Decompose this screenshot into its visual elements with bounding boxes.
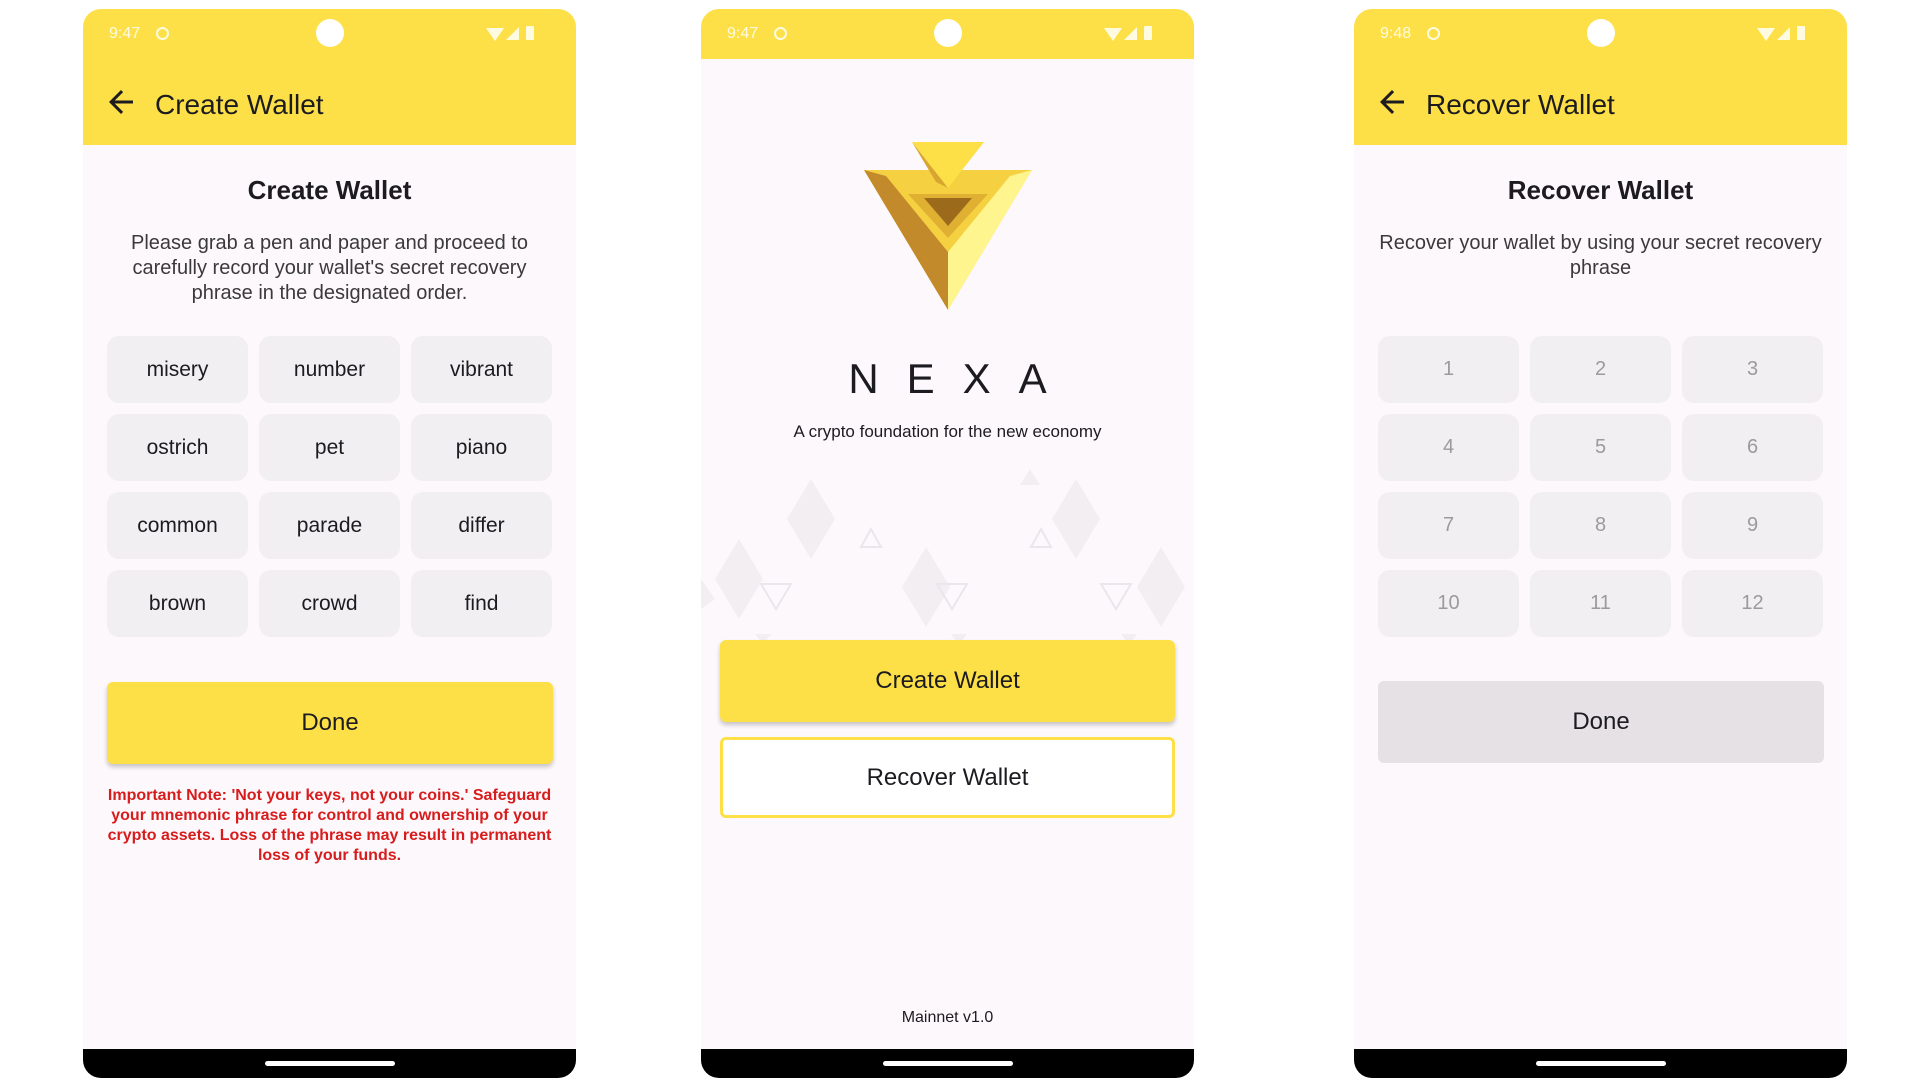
phrase-word-9: differ [411, 492, 552, 559]
phrase-input-5[interactable]: 5 [1530, 414, 1671, 481]
recovery-phrase-input-grid: 1 2 3 4 5 6 7 8 9 10 11 12 [1378, 336, 1824, 637]
app-bar-title: Recover Wallet [1426, 89, 1615, 120]
status-time: 9:47 [727, 25, 759, 42]
battery-icon [1797, 26, 1805, 40]
page-description: Recover your wallet by using your secret… [1379, 232, 1822, 279]
notification-icon [156, 27, 169, 40]
navigation-bar [1354, 1049, 1847, 1078]
camera-cutout [933, 19, 962, 47]
camera-cutout [315, 19, 344, 47]
phrase-input-12[interactable]: 12 [1682, 570, 1823, 637]
home-indicator[interactable] [882, 1061, 1013, 1066]
cellular-signal-icon [1777, 27, 1790, 40]
system-status-icons [486, 24, 550, 44]
battery-icon [1144, 26, 1152, 40]
decorative-triangle-pattern [701, 469, 1185, 644]
phrase-input-10[interactable]: 10 [1378, 570, 1519, 637]
phrase-word-6: piano [411, 414, 552, 481]
home-screen: 9:47 NEXA A crypto foundation for the ne… [701, 9, 1194, 1078]
status-bar: 9:47 [701, 9, 1194, 59]
recovery-phrase-grid: misery number vibrant ostrich pet piano … [107, 336, 553, 637]
home-indicator[interactable] [1535, 1061, 1666, 1066]
notification-icon [1427, 27, 1440, 40]
page-title: Recover Wallet [1507, 175, 1694, 205]
phrase-input-11[interactable]: 11 [1530, 570, 1671, 637]
phrase-word-4: ostrich [107, 414, 248, 481]
create-wallet-button[interactable]: Create Wallet [720, 640, 1175, 722]
tagline: A crypto foundation for the new economy [793, 422, 1102, 441]
app-bar: Recover Wallet [1354, 59, 1847, 145]
app-bar: Create Wallet [83, 59, 576, 145]
phrase-word-2: number [259, 336, 400, 403]
camera-cutout [1586, 19, 1615, 47]
recover-wallet-button[interactable]: Recover Wallet [720, 737, 1175, 818]
warning-note: Important Note: 'Not your keys, not your… [107, 787, 552, 864]
battery-icon [526, 26, 534, 40]
status-bar: 9:48 [1354, 9, 1847, 59]
status-bar: 9:47 [83, 9, 576, 59]
status-time: 9:47 [109, 25, 141, 42]
done-button[interactable]: Done [107, 682, 553, 764]
recover-wallet-screen: 9:48 Recover Wallet Recover Wallet Recov… [1354, 9, 1847, 1078]
nexa-logo-icon [864, 142, 1032, 310]
wifi-icon [486, 28, 504, 41]
phrase-word-8: parade [259, 492, 400, 559]
phrase-input-4[interactable]: 4 [1378, 414, 1519, 481]
navigation-bar [83, 1049, 576, 1078]
phrase-input-8[interactable]: 8 [1530, 492, 1671, 559]
phrase-word-5: pet [259, 414, 400, 481]
phrase-word-1: misery [107, 336, 248, 403]
arrow-left-icon[interactable] [1374, 84, 1410, 120]
home-indicator[interactable] [264, 1061, 395, 1066]
arrow-left-icon[interactable] [103, 84, 139, 120]
create-wallet-screen: 9:47 Create Wallet Create Wallet Please … [83, 9, 576, 1078]
phrase-input-9[interactable]: 9 [1682, 492, 1823, 559]
phrase-input-6[interactable]: 6 [1682, 414, 1823, 481]
wifi-icon [1104, 28, 1122, 41]
system-status-icons [1757, 24, 1821, 44]
phrase-input-1[interactable]: 1 [1378, 336, 1519, 403]
phrase-input-2[interactable]: 2 [1530, 336, 1671, 403]
cellular-signal-icon [506, 27, 519, 40]
phrase-word-3: vibrant [411, 336, 552, 403]
navigation-bar [701, 1049, 1194, 1078]
brand-name: NEXA [848, 355, 1075, 402]
version-label: Mainnet v1.0 [901, 1009, 994, 1026]
phrase-word-12: find [411, 570, 552, 637]
phrase-word-7: common [107, 492, 248, 559]
wifi-icon [1757, 28, 1775, 41]
phrase-word-11: crowd [259, 570, 400, 637]
app-bar-title: Create Wallet [155, 89, 324, 120]
cellular-signal-icon [1124, 27, 1137, 40]
system-status-icons [1104, 24, 1168, 44]
phrase-input-3[interactable]: 3 [1682, 336, 1823, 403]
notification-icon [774, 27, 787, 40]
status-time: 9:48 [1380, 25, 1412, 42]
page-title: Create Wallet [247, 175, 412, 205]
page-description: Please grab a pen and paper and proceed … [131, 232, 528, 304]
phrase-input-7[interactable]: 7 [1378, 492, 1519, 559]
phrase-word-10: brown [107, 570, 248, 637]
done-button[interactable]: Done [1378, 681, 1824, 763]
